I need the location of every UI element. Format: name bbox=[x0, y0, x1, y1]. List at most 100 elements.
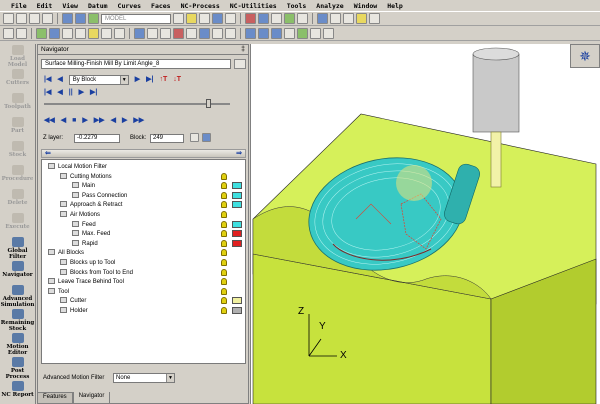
last-block-icon[interactable]: ▶▶ bbox=[94, 117, 105, 125]
trim-icon[interactable] bbox=[212, 28, 223, 39]
block-input[interactable]: 249 bbox=[150, 134, 184, 143]
tree-item[interactable]: Blocks up to Tool bbox=[60, 259, 115, 267]
menu-item-file[interactable]: File bbox=[6, 2, 32, 10]
iso-view-icon[interactable] bbox=[284, 28, 295, 39]
toolpath-icon[interactable] bbox=[258, 13, 269, 24]
tab-features[interactable]: Features bbox=[37, 392, 73, 404]
color-swatch[interactable] bbox=[232, 307, 242, 314]
sidebar-item-execute[interactable]: Execute bbox=[0, 212, 35, 236]
tree-item[interactable]: Air Motions bbox=[60, 211, 100, 219]
menu-item-view[interactable]: View bbox=[57, 2, 83, 10]
menu-item-nc-process[interactable]: NC-Process bbox=[176, 2, 225, 10]
simulate-icon[interactable] bbox=[284, 13, 295, 24]
offset-icon[interactable] bbox=[225, 28, 236, 39]
surface-icon[interactable] bbox=[49, 28, 60, 39]
menu-item-edit[interactable]: Edit bbox=[32, 2, 58, 10]
measure-icon[interactable] bbox=[297, 13, 308, 24]
visibility-bulb-icon[interactable] bbox=[221, 259, 227, 266]
line-icon[interactable] bbox=[101, 28, 112, 39]
datum-icon[interactable] bbox=[75, 28, 86, 39]
tree-item[interactable]: Cutting Motions bbox=[60, 172, 112, 181]
nc-icon[interactable] bbox=[245, 13, 256, 24]
grid-icon[interactable] bbox=[271, 13, 282, 24]
color-swatch[interactable] bbox=[232, 182, 242, 190]
sidebar-item-stock[interactable]: Stock bbox=[0, 140, 35, 164]
side-view-icon[interactable] bbox=[271, 28, 282, 39]
visibility-bulb-icon[interactable] bbox=[221, 172, 227, 180]
tree-item[interactable]: Feed bbox=[72, 220, 96, 229]
pause-icon[interactable]: || bbox=[69, 89, 73, 97]
visibility-bulb-icon[interactable] bbox=[221, 249, 227, 257]
annot-icon[interactable] bbox=[323, 28, 334, 39]
model-select[interactable]: MODEL bbox=[101, 13, 171, 24]
pointer-icon[interactable] bbox=[3, 28, 14, 39]
move-icon[interactable] bbox=[160, 28, 171, 39]
new-file-icon[interactable] bbox=[3, 13, 14, 24]
select-icon[interactable] bbox=[88, 13, 99, 24]
speed-slider[interactable] bbox=[44, 103, 230, 105]
step-fwd-icon[interactable]: ▶ bbox=[122, 117, 127, 125]
sidebar-item-toolpath[interactable]: Toolpath bbox=[0, 92, 35, 116]
menu-item-analyze[interactable]: Analyze bbox=[311, 2, 348, 10]
fit-view-icon[interactable] bbox=[297, 28, 308, 39]
tree-item[interactable]: Max. Feed bbox=[72, 230, 110, 238]
open-folder-icon[interactable] bbox=[16, 13, 27, 24]
blue-tool-icon[interactable] bbox=[134, 28, 145, 39]
visibility-bulb-icon[interactable] bbox=[221, 182, 227, 190]
tree-item[interactable]: Cutter bbox=[60, 297, 86, 305]
color-swatch[interactable] bbox=[232, 220, 242, 228]
next-step-icon[interactable]: ▶ bbox=[135, 76, 140, 84]
view-icon[interactable] bbox=[173, 13, 184, 24]
tool-down-icon[interactable]: ↓T bbox=[173, 76, 181, 84]
visibility-bulb-icon[interactable] bbox=[221, 278, 227, 286]
menu-item-window[interactable]: Window bbox=[349, 2, 382, 10]
edit-icon[interactable] bbox=[147, 28, 158, 39]
color-swatch[interactable] bbox=[232, 201, 242, 209]
tree-item[interactable]: Holder bbox=[60, 307, 88, 315]
light-icon[interactable] bbox=[356, 13, 367, 24]
undo-icon[interactable] bbox=[62, 13, 73, 24]
pin-icon[interactable]: ‡ bbox=[241, 45, 245, 55]
menu-item-datum[interactable]: Datum bbox=[83, 2, 113, 10]
tree-item[interactable]: Local Motion Filter bbox=[48, 163, 107, 171]
sidebar-item-load-model[interactable]: Load Model bbox=[0, 44, 35, 68]
color-swatch[interactable] bbox=[232, 230, 242, 238]
graphics-viewport[interactable]: Z Y X ✵ bbox=[250, 44, 600, 404]
stop-icon[interactable]: ■ bbox=[72, 117, 76, 125]
sidebar-item-cutters[interactable]: Cutters bbox=[0, 68, 35, 92]
operation-browse-button[interactable] bbox=[234, 59, 246, 69]
prev-block-icon[interactable]: ◀ bbox=[61, 117, 66, 125]
pan-icon[interactable] bbox=[330, 13, 341, 24]
visibility-bulb-icon[interactable] bbox=[221, 297, 227, 305]
first-block-icon[interactable]: ◀◀ bbox=[44, 117, 55, 125]
sidebar-item-delete[interactable]: Delete bbox=[0, 188, 35, 212]
sidebar-item-post-process[interactable]: Post Process bbox=[0, 356, 35, 380]
sidebar-item-procedure[interactable]: Procedure bbox=[0, 164, 35, 188]
copy-icon[interactable] bbox=[186, 28, 197, 39]
arc-icon[interactable] bbox=[114, 28, 125, 39]
visibility-bulb-icon[interactable] bbox=[221, 287, 227, 295]
operation-field[interactable]: Surface Milling-Finish Mill By Limit Ang… bbox=[41, 59, 231, 69]
help-icon[interactable] bbox=[369, 13, 380, 24]
sidebar-item-remaining-stock[interactable]: Remaining Stock bbox=[0, 308, 35, 332]
visibility-bulb-icon[interactable] bbox=[221, 220, 227, 228]
tree-item[interactable]: Pass Connection bbox=[72, 191, 127, 200]
rotate-icon[interactable] bbox=[343, 13, 354, 24]
block-goto-icon[interactable] bbox=[202, 133, 211, 142]
play-back-icon[interactable]: ◀ bbox=[57, 89, 62, 97]
point-icon[interactable] bbox=[88, 28, 99, 39]
fast-forward-icon[interactable]: ▶| bbox=[90, 89, 97, 97]
redo-icon[interactable] bbox=[75, 13, 86, 24]
menu-item-tools[interactable]: Tools bbox=[282, 2, 312, 10]
shade-icon[interactable] bbox=[186, 13, 197, 24]
visibility-bulb-icon[interactable] bbox=[221, 211, 227, 218]
tree-forward-icon[interactable]: ⇒ bbox=[236, 150, 242, 158]
step-back-icon[interactable]: ◀ bbox=[111, 117, 116, 125]
sidebar-item-advanced-simulation[interactable]: Advanced Simulation bbox=[0, 284, 35, 308]
color-swatch[interactable] bbox=[232, 239, 242, 247]
z-layer-input[interactable]: -0.2279 bbox=[74, 134, 120, 143]
print-icon[interactable] bbox=[42, 13, 53, 24]
front-view-icon[interactable] bbox=[245, 28, 256, 39]
view-compass-icon[interactable]: ✵ bbox=[570, 44, 600, 68]
color-swatch[interactable] bbox=[232, 297, 242, 305]
